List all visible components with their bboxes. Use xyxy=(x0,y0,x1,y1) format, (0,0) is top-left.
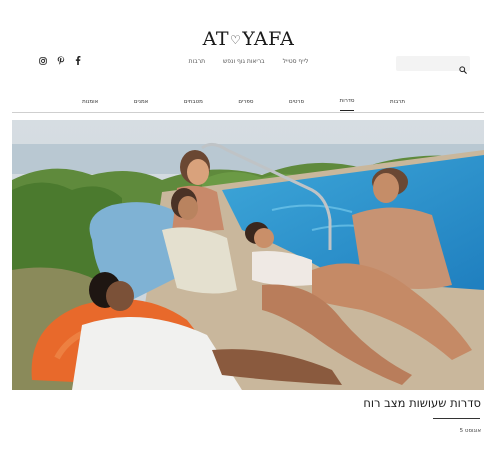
hero-image[interactable] xyxy=(12,120,484,390)
logo-text-yafa: YAFA xyxy=(242,28,295,50)
tab-artists[interactable]: אמנים xyxy=(134,99,149,111)
logo-text-at: AT xyxy=(202,28,230,50)
title-divider xyxy=(433,418,480,419)
tab-culture[interactable]: תרבות xyxy=(390,99,405,111)
heart-icon: ♡ xyxy=(230,33,242,47)
tab-art[interactable]: אומנות xyxy=(82,99,98,111)
tab-series[interactable]: סדרות xyxy=(339,98,355,111)
tab-kitchens[interactable]: מטבחים xyxy=(184,99,203,111)
top-nav-item-lifestyle[interactable]: לייף סטייל xyxy=(283,58,309,65)
search-box xyxy=(396,56,470,74)
tab-movies[interactable]: סרטים xyxy=(289,99,304,111)
category-divider xyxy=(12,112,484,113)
site-logo[interactable]: AT♡YAFA xyxy=(0,28,497,50)
top-nav-item-wellness[interactable]: בריאות גוף ונפש xyxy=(223,58,265,65)
article-title[interactable]: סדרות שעושות מצב רוח xyxy=(363,396,481,410)
category-nav: תרבות סדרות סרטים ספרים מטבחים אמנים אומ… xyxy=(82,98,405,111)
search-input[interactable] xyxy=(396,56,458,71)
top-nav-item-culture[interactable]: תרבות xyxy=(189,58,205,65)
article-date: אוגוסט 5 xyxy=(459,428,481,434)
tab-books[interactable]: ספרים xyxy=(238,99,253,111)
search-icon[interactable] xyxy=(459,59,467,78)
